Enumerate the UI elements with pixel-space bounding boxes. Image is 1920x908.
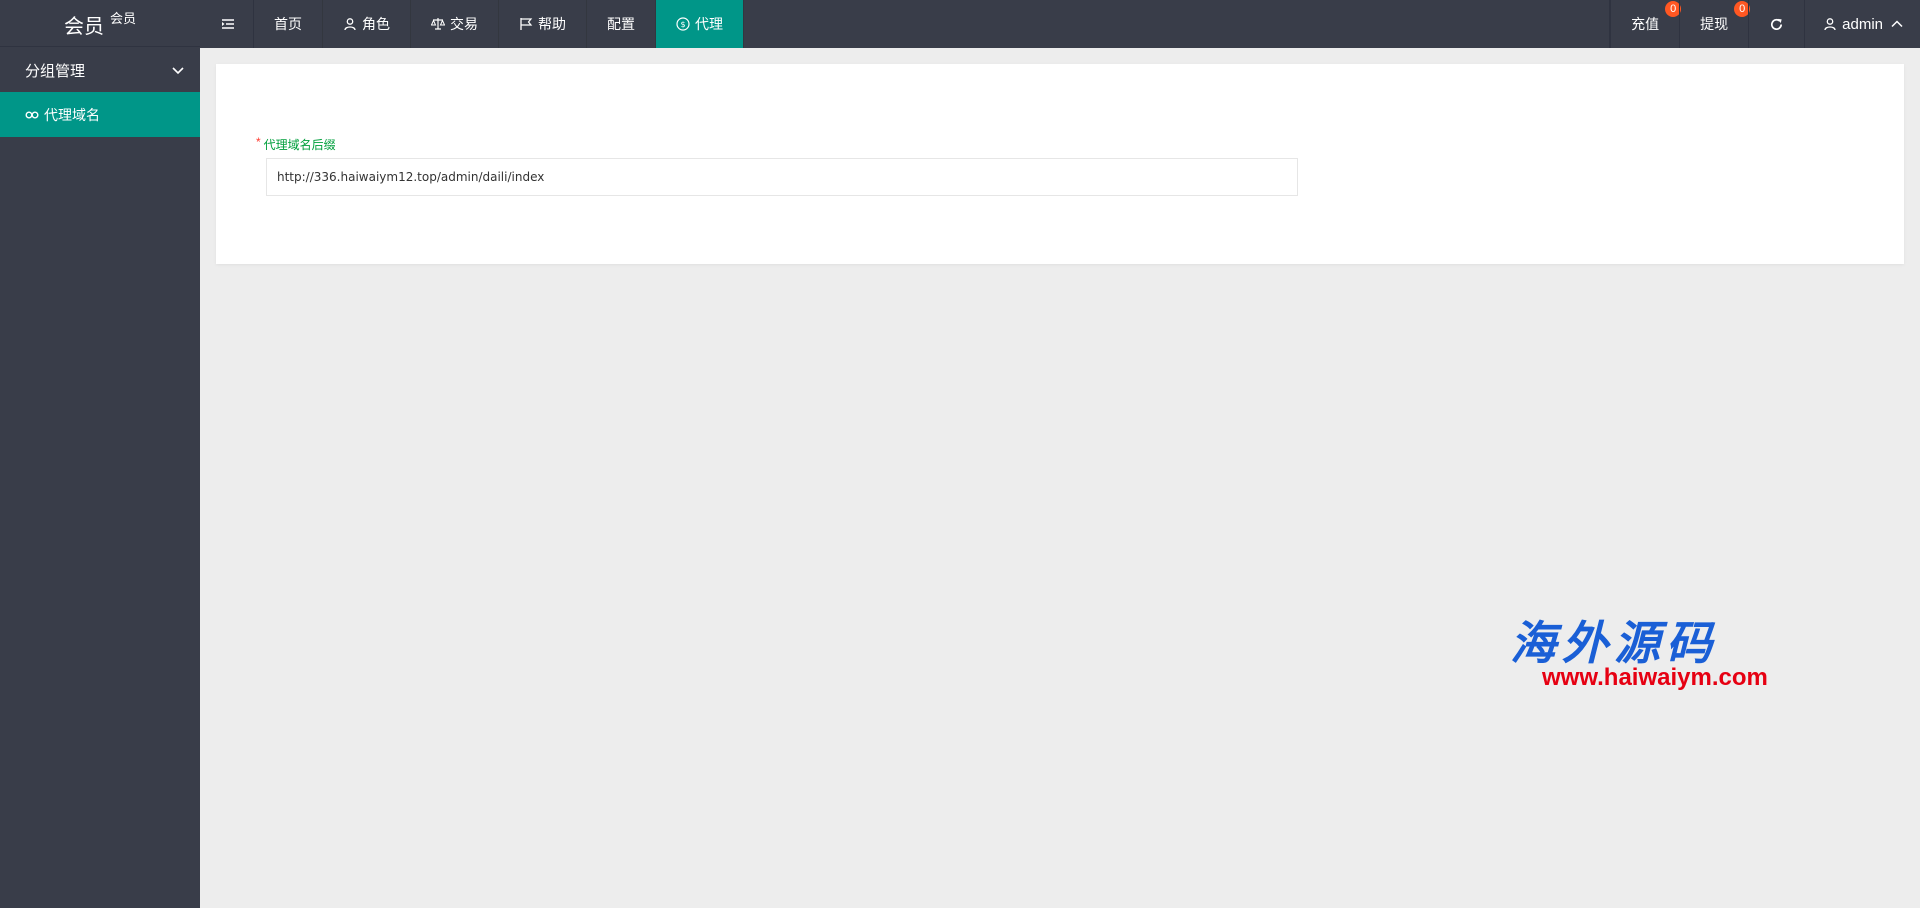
brand-title: 会员: [63, 16, 104, 38]
nav-role-label: 角色: [362, 16, 390, 32]
link-icon: [25, 110, 39, 118]
brand-subtitle: 会员: [109, 11, 136, 26]
user-menu[interactable]: admin: [1804, 0, 1920, 48]
scale-icon: [431, 18, 445, 30]
nav-help[interactable]: 帮助: [499, 0, 587, 48]
sidebar-item-label: 代理域名: [44, 106, 100, 123]
proxy-domain-suffix-input[interactable]: [266, 158, 1298, 196]
recharge-label: 充值: [1631, 16, 1660, 32]
dollar-icon: $: [676, 17, 690, 31]
nav-trade[interactable]: 交易: [411, 0, 499, 48]
nav-role[interactable]: 角色: [323, 0, 411, 48]
nav-proxy-label: 代理: [695, 16, 723, 32]
withdraw-button[interactable]: 提现 0: [1679, 0, 1751, 48]
flag-icon: [520, 18, 533, 30]
chevron-down-icon: [172, 67, 184, 75]
username: admin: [1842, 15, 1883, 33]
navbar-right: 充值 0 提现 0 admin: [1610, 0, 1920, 48]
menu-toggle-icon: [222, 19, 234, 29]
watermark-cn: 海外源码: [1510, 616, 1718, 670]
recharge-button[interactable]: 充值 0: [1610, 0, 1682, 48]
brand-logo: 会员 会员: [0, 0, 200, 47]
proxy-domain-suffix-label: * 代理域名后缀: [256, 135, 336, 153]
nav-home-label: 首页: [274, 16, 302, 32]
main-content: *代理域名后缀 海外源码 www.haiwaiym.com: [200, 48, 1920, 908]
chevron-up-icon: [1891, 20, 1903, 28]
sidebar-toggle-button[interactable]: [200, 0, 254, 48]
nav-proxy[interactable]: $ 代理: [656, 0, 744, 48]
refresh-icon: [1771, 18, 1783, 30]
sidebar-item-proxy-domain[interactable]: 代理域名: [0, 92, 200, 137]
nav-config[interactable]: 配置: [587, 0, 656, 48]
svg-text:$: $: [680, 20, 685, 29]
nav-config-label: 配置: [607, 16, 635, 32]
refresh-button[interactable]: [1748, 0, 1804, 48]
nav-trade-label: 交易: [450, 16, 478, 32]
sidebar-group-header[interactable]: 分组管理: [0, 48, 200, 92]
top-navbar: 首页 角色 交易 帮助 配置 $ 代理 充值 0 提现 0 admin: [200, 0, 1920, 48]
sidebar: 会员 会员 分组管理 代理域名: [0, 0, 200, 908]
watermark-url: www.haiwaiym.com: [1542, 664, 1768, 691]
navbar-spacer: [744, 0, 1611, 48]
required-mark: *: [256, 135, 261, 149]
proxy-domain-suffix-label-text: 代理域名后缀: [263, 138, 336, 152]
form-card: * 代理域名后缀: [216, 64, 1904, 264]
user-icon: [344, 18, 356, 31]
user-icon: [1824, 18, 1836, 31]
nav-home[interactable]: 首页: [254, 0, 323, 48]
sidebar-group-label: 分组管理: [25, 62, 86, 80]
watermark: 海外源码 www.haiwaiym.com: [1510, 616, 1820, 691]
nav-help-label: 帮助: [538, 16, 566, 32]
withdraw-label: 提现: [1700, 16, 1729, 32]
